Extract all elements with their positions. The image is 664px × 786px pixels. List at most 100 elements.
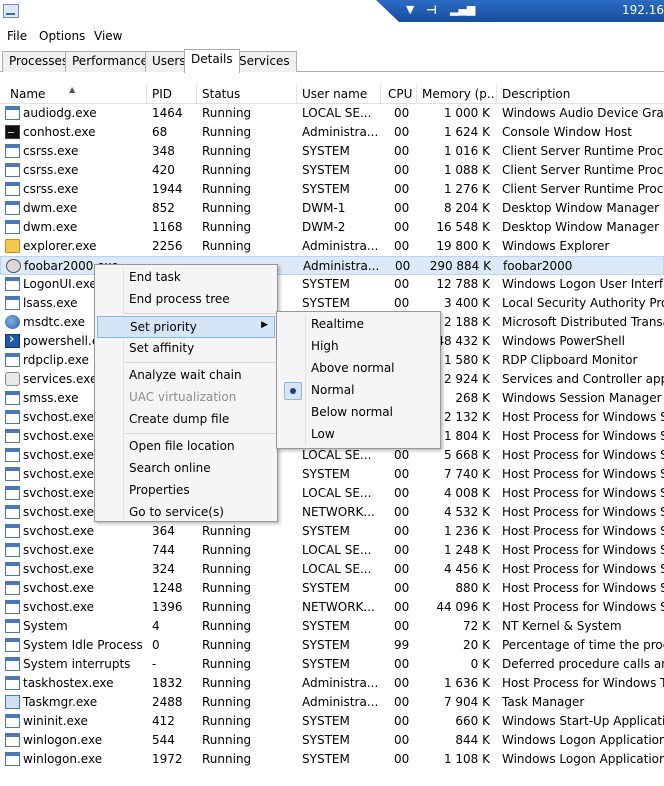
process-pid: 412 xyxy=(152,714,175,728)
process-cpu: 00 xyxy=(394,714,410,728)
priority-label: High xyxy=(311,339,339,353)
process-status: Running xyxy=(202,182,252,196)
window-icon xyxy=(5,676,20,690)
table-row[interactable]: taskhostex.exe 1832 Running Administra... 00… xyxy=(0,674,664,693)
column-divider[interactable] xyxy=(146,85,147,103)
process-cpu: 00 xyxy=(394,201,410,215)
table-row[interactable]: svchost.exe 1248 Running SYSTEM 00 880 K Host … xyxy=(0,579,664,598)
menu-item-create-dump-file[interactable]: Create dump file xyxy=(97,409,275,431)
process-user: NETWORK... xyxy=(302,505,375,519)
process-name: svchost.exe xyxy=(23,600,94,614)
menu-item-set-priority[interactable]: Set priority ▶ xyxy=(97,316,275,338)
process-status: Running xyxy=(202,657,252,671)
window-icon xyxy=(5,467,20,481)
menu-view[interactable]: View xyxy=(94,29,122,43)
process-description: Desktop Window Manager xyxy=(502,201,660,215)
process-user: DWM-2 xyxy=(302,220,346,234)
table-row[interactable]: winlogon.exe 544 Running SYSTEM 00 844 K Windo… xyxy=(0,731,664,750)
table-row[interactable]: svchost.exe 1396 Running NETWORK... 00 44 096… xyxy=(0,598,664,617)
column-memory[interactable]: Memory (p... xyxy=(422,87,494,101)
table-row[interactable]: svchost.exe 364 Running SYSTEM 00 1 236 K Host… xyxy=(0,522,664,541)
process-description: Services and Controller app xyxy=(502,372,664,386)
menu-item-analyze-wait-chain[interactable]: Analyze wait chain xyxy=(97,365,275,387)
menu-file[interactable]: File xyxy=(7,29,27,43)
priority-above-normal[interactable]: Above normal xyxy=(279,358,438,380)
tab-strip: Processes Performance Users Details Serv… xyxy=(0,49,664,73)
table-row[interactable]: System 4 Running SYSTEM 00 72 K NT Kernel & Sy… xyxy=(0,617,664,636)
column-pid[interactable]: PID xyxy=(152,87,196,101)
menu-separator xyxy=(125,433,277,434)
menu-item-go-to-services[interactable]: Go to service(s) xyxy=(97,502,275,524)
context-menu: End task End process tree Set priority ▶ Set… xyxy=(94,264,278,522)
dropdown-icon[interactable]: ▼ xyxy=(406,3,414,16)
table-row[interactable]: wininit.exe 412 Running SYSTEM 00 660 K Window… xyxy=(0,712,664,731)
menu-item-open-file-location[interactable]: Open file location xyxy=(97,436,275,458)
process-description: RDP Clipboard Monitor xyxy=(502,353,638,367)
globe-icon xyxy=(5,315,20,329)
priority-high[interactable]: High xyxy=(279,336,438,358)
process-memory: 5 668 K xyxy=(443,448,490,462)
process-name: System interrupts xyxy=(23,657,131,671)
column-user-name[interactable]: User name xyxy=(302,87,376,101)
priority-low[interactable]: Low xyxy=(279,424,438,446)
process-description: Windows Logon User Interface xyxy=(502,277,664,291)
process-status: Running xyxy=(202,733,252,747)
process-description: Windows Logon Application xyxy=(502,752,664,766)
process-cpu: 00 xyxy=(394,448,410,462)
menu-item-search-online[interactable]: Search online xyxy=(97,458,275,480)
process-description: Microsoft Distributed Transacti xyxy=(502,315,664,329)
process-status: Running xyxy=(202,163,252,177)
column-name[interactable]: Name xyxy=(10,87,140,101)
table-row[interactable]: csrss.exe 1944 Running SYSTEM 00 1 276 K Clien… xyxy=(0,180,664,199)
column-divider[interactable] xyxy=(496,85,497,103)
column-divider[interactable] xyxy=(196,85,197,103)
column-status[interactable]: Status xyxy=(202,87,292,101)
column-cpu[interactable]: CPU xyxy=(388,87,414,101)
process-user: SYSTEM xyxy=(302,524,350,538)
table-row[interactable]: csrss.exe 420 Running SYSTEM 00 1 088 K Client… xyxy=(0,161,664,180)
menu-options[interactable]: Options xyxy=(39,29,85,43)
table-row[interactable]: System interrupts - Running SYSTEM 00 0 K Defe… xyxy=(0,655,664,674)
table-row[interactable]: conhost.exe 68 Running Administra... 00 1 624… xyxy=(0,123,664,142)
window-icon xyxy=(5,581,20,595)
priority-normal[interactable]: Normal xyxy=(279,380,438,402)
process-name: csrss.exe xyxy=(23,163,79,177)
column-divider[interactable] xyxy=(380,85,381,103)
menu-item-set-affinity[interactable]: Set affinity xyxy=(97,338,275,360)
table-row[interactable]: svchost.exe 324 Running LOCAL SE... 00 4 456 … xyxy=(0,560,664,579)
column-divider[interactable] xyxy=(416,85,417,103)
table-row[interactable]: System Idle Process 0 Running SYSTEM 99 20 K P… xyxy=(0,636,664,655)
process-name: conhost.exe xyxy=(23,125,96,139)
process-pid: 744 xyxy=(152,543,175,557)
table-row[interactable]: Taskmgr.exe 2488 Running Administra... 00 7 9… xyxy=(0,693,664,712)
tab-services[interactable]: Services xyxy=(232,51,297,72)
table-row[interactable]: audiodg.exe 1464 Running LOCAL SE... 00 1 000… xyxy=(0,104,664,123)
priority-below-normal[interactable]: Below normal xyxy=(279,402,438,424)
column-description[interactable]: Description xyxy=(502,87,662,101)
table-row[interactable]: svchost.exe 744 Running LOCAL SE... 00 1 248 … xyxy=(0,541,664,560)
process-memory: 8 204 K xyxy=(443,201,490,215)
console-icon xyxy=(5,125,20,139)
pin-icon[interactable]: ⊣ xyxy=(426,3,437,17)
process-memory: 4 456 K xyxy=(443,562,490,576)
process-cpu: 00 xyxy=(394,125,410,139)
process-description: NT Kernel & System xyxy=(502,619,622,633)
menu-item-end-process-tree[interactable]: End process tree xyxy=(97,289,275,311)
process-pid: 364 xyxy=(152,524,175,538)
window-icon xyxy=(5,562,20,576)
tab-details[interactable]: Details xyxy=(184,49,240,73)
process-cpu: 00 xyxy=(394,505,410,519)
menu-item-properties[interactable]: Properties xyxy=(97,480,275,502)
table-row[interactable]: dwm.exe 852 Running DWM-1 00 8 204 K Desktop W… xyxy=(0,199,664,218)
tab-performance[interactable]: Performance xyxy=(65,51,156,72)
column-divider[interactable] xyxy=(296,85,297,103)
menu-item-end-task[interactable]: End task xyxy=(97,267,275,289)
table-row[interactable]: dwm.exe 1168 Running DWM-2 00 16 548 K Desktop… xyxy=(0,218,664,237)
remote-connection-bar: ▼ ⊣ ▂▄▆ 192.168 xyxy=(376,0,664,22)
priority-realtime[interactable]: Realtime xyxy=(279,314,438,336)
process-user: DWM-1 xyxy=(302,201,346,215)
table-row[interactable]: explorer.exe 2256 Running Administra... 00 19… xyxy=(0,237,664,256)
table-row[interactable]: csrss.exe 348 Running SYSTEM 00 1 016 K Client… xyxy=(0,142,664,161)
process-status: Running xyxy=(202,239,252,253)
table-row[interactable]: winlogon.exe 1972 Running SYSTEM 00 1 108 K Wi… xyxy=(0,750,664,769)
